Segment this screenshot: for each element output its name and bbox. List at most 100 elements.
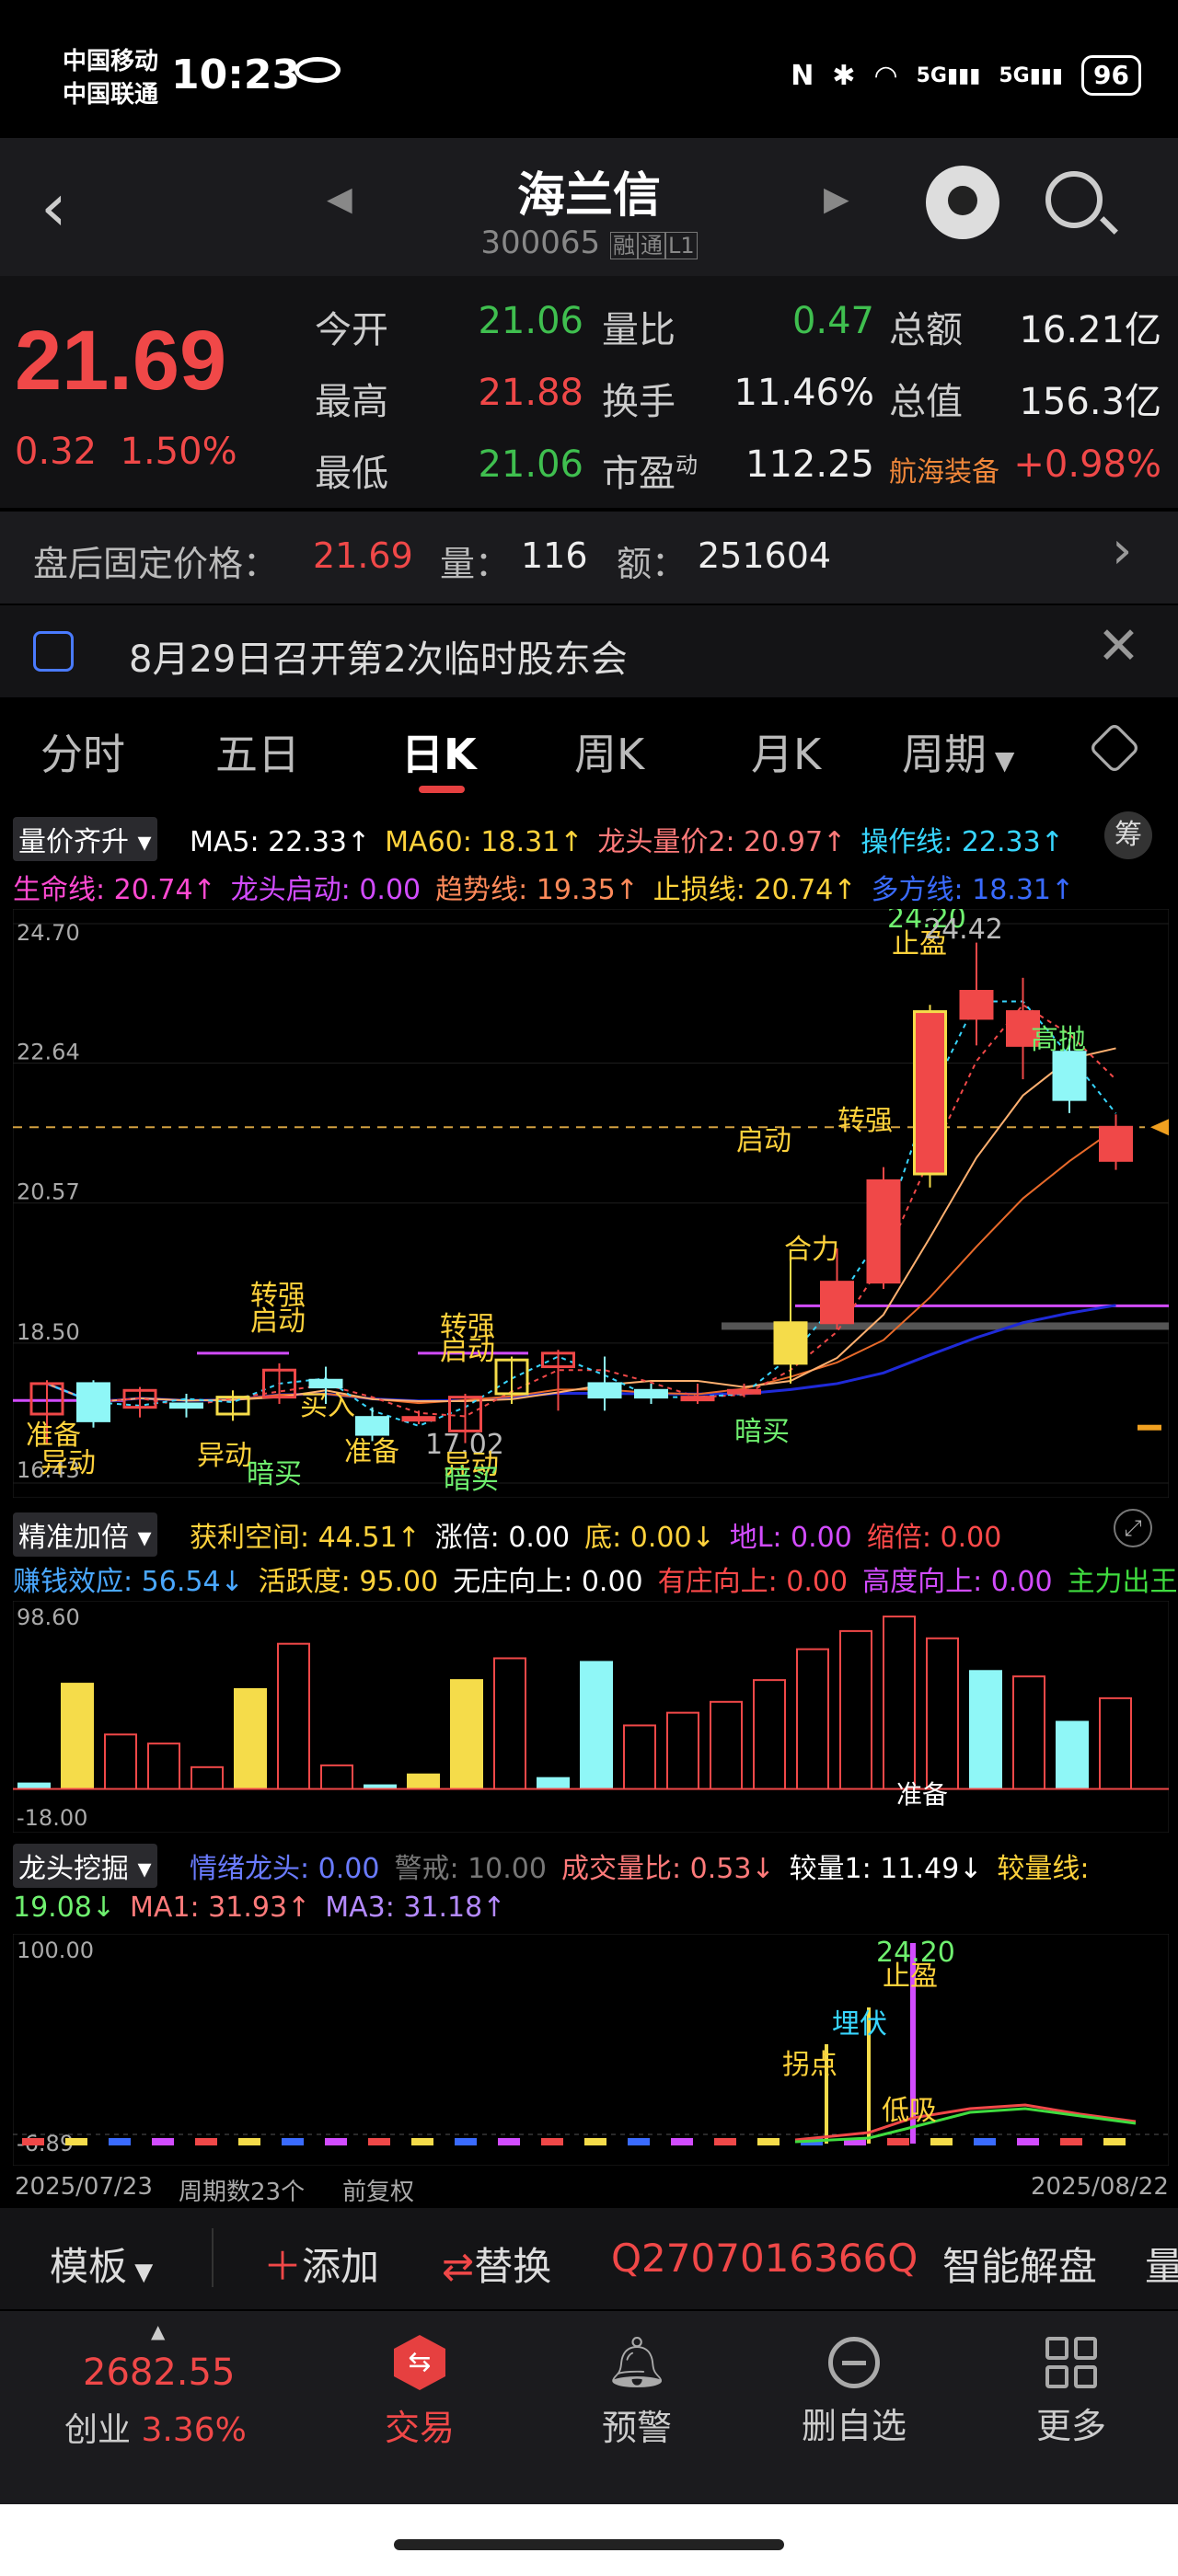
robot-assistant-icon[interactable] [926,166,999,239]
tab-intraday[interactable]: 分时 [40,721,125,782]
ind2-value-4: 缩倍: 0.00 [866,1522,1002,1554]
signal-icon-1: 5G▮▮▮ [916,63,981,87]
candle-body [634,1388,668,1399]
nav-alert[interactable]: 🔔︎ 预警 [545,2335,729,2450]
status-bar: 中国移动 中国联通 10:23 N ✱ ◠ 5G▮▮▮ 5G▮▮▮ 96 [0,0,1178,156]
chart-annotation: 启动 [736,1125,791,1157]
candle [76,1380,110,1428]
tab-period[interactable]: 周期 ▼ [902,721,1014,782]
main-ind-value-1: MA60: 18.31↑ [385,826,583,858]
ind3-bar [22,2138,44,2145]
adjust-mode[interactable]: 前复权 [342,2173,414,2207]
quote-panel: 21.69 0.32 1.50% 今开 21.06 量比 0.47 总额 16.… [0,276,1178,508]
afterhours-vol: 116 [521,535,588,576]
tag-rong: 融 [609,232,638,259]
value-amount: 16.21亿 [1019,309,1161,351]
ind3-mark: 止盈 [883,1961,938,1993]
nav-remove-watch[interactable]: 删自选 [762,2335,946,2448]
afterhours-amt-label: 额： [617,544,687,584]
indicator3-chart[interactable]: 100.00-6.8924.20止盈埋伏拐点低吸 [13,1934,1169,2166]
chart-annotation: 启动 [440,1335,495,1367]
tab-monthly-k[interactable]: 月K [751,721,821,782]
notice-bar[interactable]: 8月29日召开第2次临时股东会 ✕ [0,605,1178,697]
ind2-bar [580,1661,613,1790]
divider [212,2228,214,2287]
candlestick-chart[interactable]: 24.7022.6420.5718.5016.4324.20止盈24.42高抛转… [13,909,1169,1498]
chart-annotation: 暗买 [247,1458,302,1490]
main-ind-value2-3: 止损线: 20.74↑ [653,874,857,906]
close-icon[interactable]: ✕ [1097,616,1140,676]
tab-daily-k[interactable]: 日K [401,721,477,782]
swap-icon: ⇄ [442,2244,475,2289]
chart-annotation: 24.42 [924,914,1003,946]
label-pe: 市盈动 [602,452,698,495]
sector-name[interactable]: 航海装备 [889,449,999,489]
next-stock-button[interactable]: ▶ [824,180,849,218]
ind3-bar [1017,2138,1039,2145]
nav-more[interactable]: 更多 [979,2335,1163,2448]
last-price: 21.69 [15,314,227,408]
sector-change[interactable]: +0.98% [1012,443,1161,486]
up-caret-icon: ▲ [151,2320,166,2342]
indicator2-chart[interactable]: 98.60 -18.00 准备 [13,1601,1169,1833]
ind2-value-2: 底: 0.00↓ [584,1522,715,1554]
ind3-bar [757,2138,780,2145]
index-info[interactable]: 创业 3.36% [64,2403,247,2451]
main-ind-value2-2: 趋势线: 19.35↑ [435,874,639,906]
label-vol-ratio: 量比 [602,309,676,351]
index-value[interactable]: 2682.55 [83,2352,235,2394]
ind3-value2-1: MA1: 31.93↑ [130,1892,311,1924]
ind3-value2-2: MA3: 31.18↑ [325,1892,506,1924]
replace-button[interactable]: ⇄替换 [442,2236,551,2292]
smart-analysis-button[interactable]: 智能解盘 [942,2236,1097,2292]
ind2-value2-1: 活跃度: 95.00 [258,1566,439,1598]
main-ind-value2-1: 龙头启动: 0.00 [230,874,422,906]
minus-circle-icon [828,2337,880,2388]
ind3-value-2: 成交量比: 0.53↓ [560,1853,775,1885]
more-indicator-button[interactable]: 量 [1145,2236,1178,2292]
ind2-value-0: 获利空间: 44.51↑ [190,1522,421,1554]
main-indicator-line1: MA5: 22.33↑ MA60: 18.31↑ 龙头量价2: 20.97↑ 操作线:… [190,819,1079,859]
ind2-value-3: 地L: 0.00 [729,1522,852,1554]
ind2-bar [407,1773,440,1790]
tab-five-day[interactable]: 五日 [215,721,300,782]
indicator3-selector[interactable]: 龙头挖掘 ▾ [13,1844,157,1888]
bluetooth-icon: ✱ [832,59,856,92]
ind2-value2-4: 高度向上: 0.00 [862,1566,1053,1598]
indicator2-selector[interactable]: 精准加倍 ▾ [13,1512,157,1557]
value-low: 21.06 [478,443,583,486]
wifi-icon: ◠ [873,59,898,92]
bell-icon: 🔔︎ [605,2333,669,2391]
candle-body [1099,1125,1133,1162]
afterhours-amt: 251604 [698,535,832,576]
nfc-icon: N [791,59,814,92]
value-mktcap: 156.3亿 [1019,381,1161,423]
tab-weekly-k[interactable]: 周K [574,721,644,782]
notice-text: 8月29日召开第2次临时股东会 [129,638,628,681]
main-ind-value-2: 龙头量价2: 20.97↑ [597,826,847,858]
nav-trade[interactable]: ⇆ 交易 [328,2335,512,2450]
main-indicator-selector[interactable]: 量价齐升 ▾ [13,817,157,861]
template-button[interactable]: 模板 ▼ [50,2236,153,2292]
eye-icon [294,57,341,83]
ind3-value-1: 警戒: 10.00 [394,1853,547,1885]
search-icon[interactable] [1045,171,1103,228]
ind3-bar [282,2138,304,2145]
after-hours-bar[interactable]: 盘后固定价格： 21.69 量： 116 额： 251604 › [0,512,1178,604]
add-button[interactable]: ＋添加 [263,2236,379,2292]
candle-body [76,1382,110,1422]
chart-annotation: 启动 [250,1305,306,1338]
chart-annotation: 暗买 [734,1416,790,1448]
stock-header: ‹ ◀ 海兰信 ▶ 300065 融通 L1 [0,138,1178,276]
ind2-bar [61,1683,94,1790]
stock-code-line: 300065 融通 L1 [0,224,1178,261]
chip-toggle-button[interactable]: 筹 [1104,811,1152,859]
ind2-value2-0: 赚钱效应: 56.54↓ [13,1566,244,1598]
indicator2-line2: 赚钱效应: 56.54↓ 活跃度: 95.00 无庄向上: 0.00 有庄向上: 0.… [13,1558,1178,1599]
afterhours-label: 盘后固定价格： [33,544,279,584]
settings-hex-icon[interactable] [1088,721,1141,775]
home-indicator[interactable] [394,2539,784,2550]
expand-icon[interactable]: ⤢ [1114,1509,1152,1547]
ind2-bar [969,1670,1002,1790]
promo-code[interactable]: Q2707016366Q [611,2236,918,2281]
